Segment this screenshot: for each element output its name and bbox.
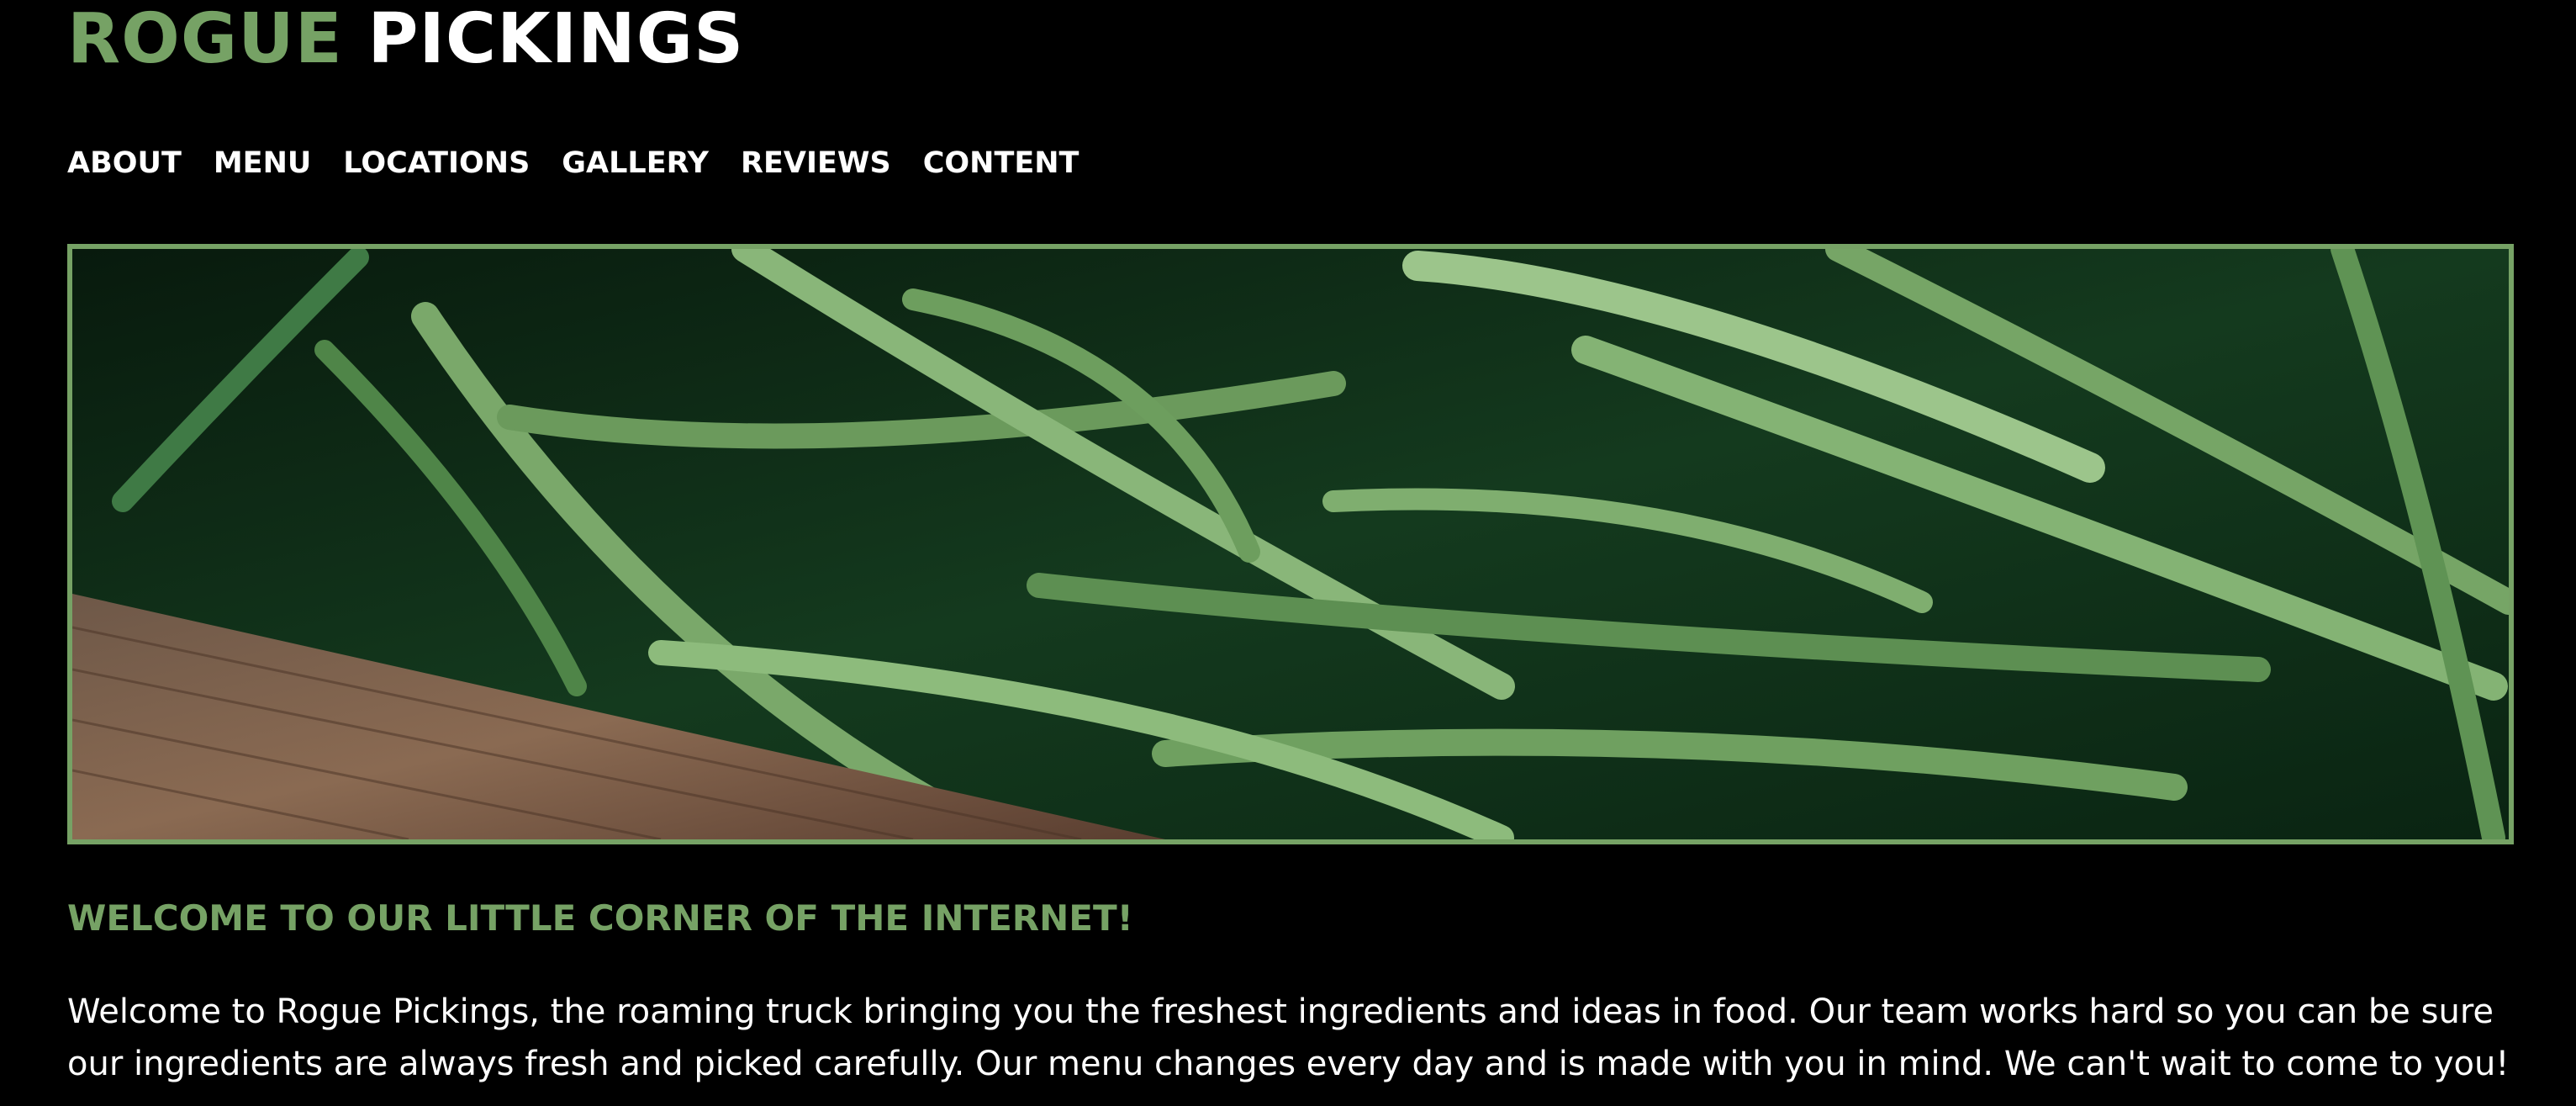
nav-link-menu[interactable]: MENU <box>214 140 311 187</box>
nav-link-locations[interactable]: LOCATIONS <box>343 140 530 187</box>
hero-image <box>67 244 2514 844</box>
main-nav: ABOUT MENU LOCATIONS GALLERY REVIEWS CON… <box>67 140 1111 187</box>
nav-link-reviews[interactable]: REVIEWS <box>741 140 891 187</box>
nav-link-about[interactable]: ABOUT <box>67 140 182 187</box>
welcome-heading: WELCOME TO OUR LITTLE CORNER OF THE INTE… <box>67 897 1133 939</box>
logo-word-rogue: ROGUE <box>67 0 343 79</box>
nav-link-gallery[interactable]: GALLERY <box>562 140 709 187</box>
logo-word-pickings: PICKINGS <box>367 0 745 79</box>
site-logo[interactable]: ROGUE PICKINGS <box>67 2 744 77</box>
welcome-paragraph: Welcome to Rogue Pickings, the roaming t… <box>67 992 2510 1083</box>
green-beans-photo <box>72 249 2509 839</box>
nav-link-content[interactable]: CONTENT <box>923 140 1079 187</box>
